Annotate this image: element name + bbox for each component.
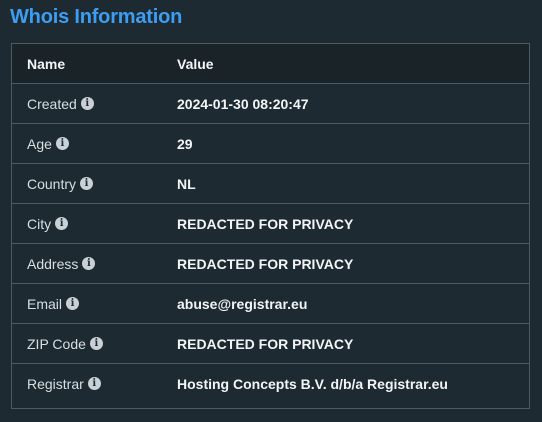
info-icon[interactable]: i <box>55 217 69 230</box>
table-row: City i REDACTED FOR PRIVACY <box>12 204 529 244</box>
row-label-created: Created i <box>27 84 94 123</box>
row-label-email: Email i <box>27 284 80 323</box>
row-label-country: Country i <box>27 164 94 203</box>
row-value-registrar: Hosting Concepts B.V. d/b/a Registrar.eu <box>177 375 448 392</box>
row-label-zip-code: ZIP Code i <box>27 324 103 363</box>
table-row: Age i 29 <box>12 124 529 164</box>
table-row: Address i REDACTED FOR PRIVACY <box>12 244 529 284</box>
info-icon[interactable]: i <box>66 297 80 310</box>
row-value-email: abuse@registrar.eu <box>177 295 308 312</box>
row-value-created: 2024-01-30 08:20:47 <box>177 95 309 112</box>
row-value-zip-code: REDACTED FOR PRIVACY <box>177 335 354 352</box>
info-icon[interactable]: i <box>87 377 101 390</box>
info-icon[interactable]: i <box>89 337 103 350</box>
page-title: Whois Information <box>10 6 183 28</box>
info-icon[interactable]: i <box>82 257 96 270</box>
info-icon[interactable]: i <box>80 177 94 190</box>
table-row: Created i 2024-01-30 08:20:47 <box>12 84 529 124</box>
row-label-age: Age i <box>27 124 69 163</box>
table-row: Registrar i Hosting Concepts B.V. d/b/a R… <box>12 364 529 404</box>
row-value-address: REDACTED FOR PRIVACY <box>177 255 354 272</box>
row-label-registrar: Registrar i <box>27 364 101 403</box>
row-value-country: NL <box>177 175 196 192</box>
table-row: ZIP Code i REDACTED FOR PRIVACY <box>12 324 529 364</box>
row-label-city: City i <box>27 204 69 243</box>
whois-table: Name Value Created i 2024-01-30 08:20:47 … <box>11 43 530 409</box>
column-header-name: Name <box>27 55 66 72</box>
row-value-age: 29 <box>177 135 193 152</box>
table-row: Country i NL <box>12 164 529 204</box>
row-label-address: Address i <box>27 244 96 283</box>
table-header-row: Name Value <box>12 44 529 84</box>
info-icon[interactable]: i <box>80 97 94 110</box>
table-row: Email i abuse@registrar.eu <box>12 284 529 324</box>
row-value-city: REDACTED FOR PRIVACY <box>177 215 354 232</box>
info-icon[interactable]: i <box>55 137 69 150</box>
column-header-value: Value <box>177 55 214 72</box>
